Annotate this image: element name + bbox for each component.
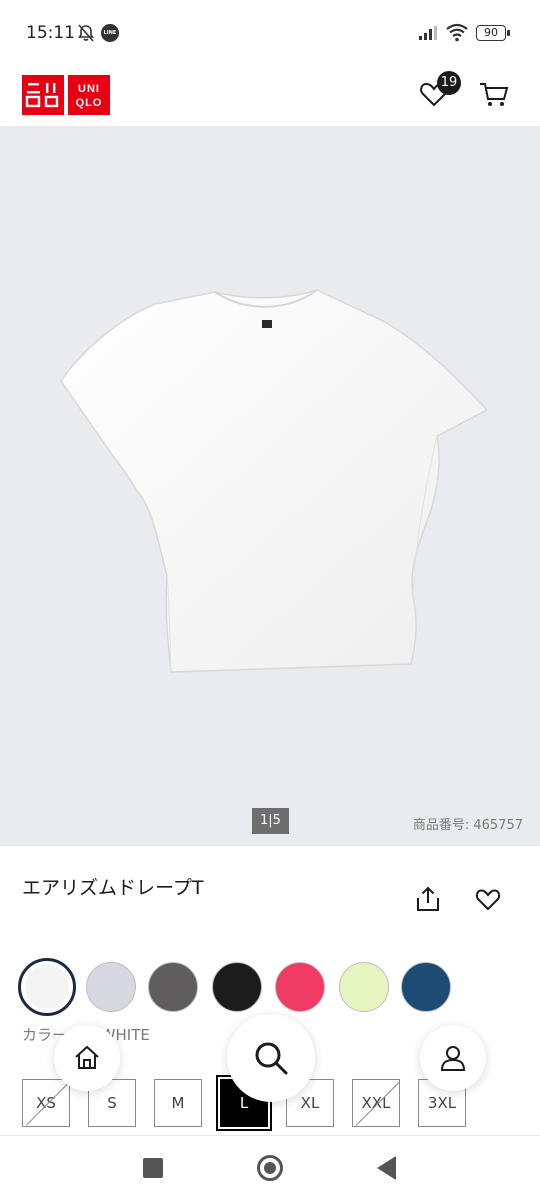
bell-muted-icon (77, 24, 95, 42)
color-swatch-black[interactable] (212, 962, 262, 1012)
back-icon[interactable] (377, 1156, 396, 1180)
cart-icon (480, 83, 509, 106)
color-swatch-dark-gray[interactable] (148, 962, 198, 1012)
app-header: UNI QLO 19 (0, 66, 540, 126)
search-icon (255, 1042, 288, 1075)
system-home-icon[interactable] (257, 1155, 283, 1181)
account-button[interactable] (420, 1025, 486, 1091)
share-button[interactable] (414, 885, 442, 913)
color-swatch-navy[interactable] (401, 962, 451, 1012)
signal-icon (419, 26, 437, 40)
product-number-value: 465757 (473, 818, 523, 833)
svg-text:QLO: QLO (76, 97, 103, 109)
home-icon (75, 1045, 99, 1069)
system-navigation-bar (0, 1135, 540, 1200)
wifi-icon (446, 23, 468, 42)
size-option-xxl[interactable]: XXL (352, 1079, 400, 1127)
color-swatch-light-green[interactable] (339, 962, 389, 1012)
wishlist-count-badge: 19 (437, 71, 461, 95)
svg-text:UNI: UNI (78, 83, 100, 95)
image-counter: 1|5 (252, 808, 289, 834)
heart-outline-icon (475, 889, 501, 911)
status-time: 15:11 (26, 23, 75, 43)
color-swatch-white[interactable] (18, 958, 76, 1016)
size-option-xs[interactable]: XS (22, 1079, 70, 1127)
search-button[interactable] (227, 1014, 315, 1102)
recent-apps-icon[interactable] (143, 1158, 163, 1178)
product-photo-tshirt (60, 289, 489, 673)
battery-indicator: 90 (476, 25, 510, 41)
uniqlo-logo[interactable]: UNI QLO (22, 75, 110, 115)
product-number: 商品番号: 465757 (413, 814, 523, 833)
product-number-label: 商品番号: (412, 818, 470, 833)
logo-katakana-block (22, 75, 64, 115)
logo-latin-block: UNI QLO (68, 75, 110, 115)
size-option-m[interactable]: M (154, 1079, 202, 1127)
color-swatch-list (18, 958, 478, 1016)
line-app-icon: LINE (101, 24, 119, 42)
cart-button[interactable] (477, 78, 511, 110)
color-swatch-pink[interactable] (275, 962, 325, 1012)
user-icon (440, 1046, 466, 1071)
logo-latin-mark: UNI QLO (76, 83, 103, 109)
product-image-carousel[interactable]: 1|5 商品番号: 465757 (0, 126, 540, 846)
share-icon (417, 886, 439, 911)
status-bar: 15:11 LINE 90 (0, 0, 540, 66)
color-swatch-light-gray[interactable] (86, 962, 136, 1012)
logo-katakana-mark (25, 83, 59, 108)
product-title: エアリズムドレープT (22, 877, 204, 899)
favorite-button[interactable] (474, 885, 502, 913)
home-button[interactable] (54, 1025, 120, 1091)
